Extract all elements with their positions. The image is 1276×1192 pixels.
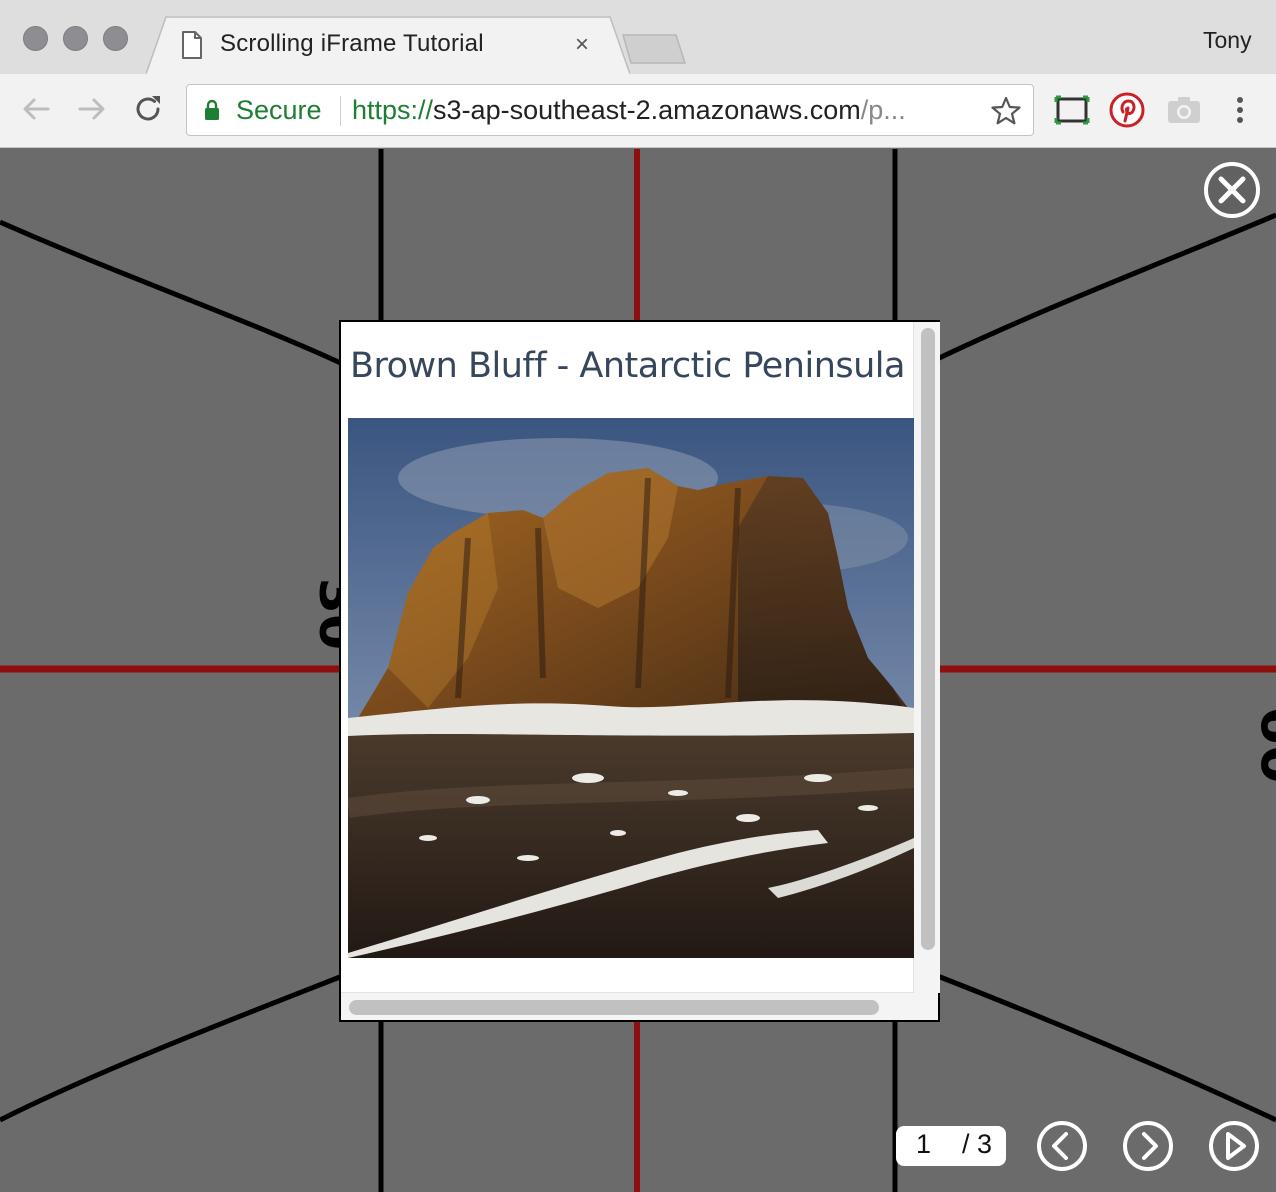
kebab-menu-icon[interactable] <box>1222 92 1258 128</box>
url-host: s3-ap-southeast-2.amazonaws.com <box>433 95 861 125</box>
horizontal-scroll-thumb[interactable] <box>349 1000 879 1015</box>
window-minimize-dot[interactable] <box>63 26 88 51</box>
window-zoom-dot[interactable] <box>103 26 128 51</box>
cast-icon[interactable] <box>1054 92 1090 128</box>
new-tab-button[interactable] <box>621 33 687 65</box>
current-slide[interactable]: 1 <box>916 1129 931 1160</box>
next-button[interactable] <box>1123 1121 1173 1171</box>
lightbox-iframe[interactable]: Brown Bluff - Antarctic Peninsula <box>339 320 940 1022</box>
play-circle-icon <box>1226 1132 1246 1160</box>
slide-counter: 1 / 3 <box>896 1126 1006 1166</box>
omnibox-divider <box>340 96 341 126</box>
total-slides: / 3 <box>962 1129 993 1159</box>
rock-bluff-photo <box>348 418 914 958</box>
reload-icon[interactable] <box>132 93 164 125</box>
lightbox-close-button[interactable] <box>1204 162 1260 218</box>
lock-icon <box>205 99 219 120</box>
tab-close-icon[interactable]: × <box>575 31 589 59</box>
close-circle-icon <box>1218 176 1246 204</box>
arrow-right-icon[interactable] <box>76 93 108 125</box>
url-scheme: https:// <box>352 95 434 125</box>
previous-button[interactable] <box>1037 1121 1087 1171</box>
photo-brown-bluff <box>348 418 914 958</box>
url-path: /p... <box>860 95 906 125</box>
profile-name[interactable]: Tony <box>1203 27 1252 54</box>
play-slideshow-button[interactable] <box>1209 1121 1259 1171</box>
document-icon <box>182 31 202 59</box>
iframe-content: Brown Bluff - Antarctic Peninsula <box>341 322 914 993</box>
arrow-left-icon[interactable] <box>20 93 52 125</box>
scale-label-60: 60 <box>1248 706 1276 784</box>
photo-title: Brown Bluff - Antarctic Peninsula <box>350 346 905 386</box>
window-close-dot[interactable] <box>23 26 48 51</box>
star-icon[interactable] <box>990 95 1022 127</box>
tab-title: Scrolling iFrame Tutorial <box>220 30 484 57</box>
vertical-scroll-thumb[interactable] <box>921 328 935 950</box>
secure-label: Secure <box>236 95 322 125</box>
camera-icon[interactable] <box>1166 92 1202 128</box>
chevron-left-circle-icon <box>1052 1132 1068 1160</box>
chevron-right-circle-icon <box>1142 1132 1158 1160</box>
url-text[interactable]: https://s3-ap-southeast-2.amazonaws.com/… <box>352 95 964 126</box>
pinterest-icon[interactable] <box>1109 92 1145 128</box>
